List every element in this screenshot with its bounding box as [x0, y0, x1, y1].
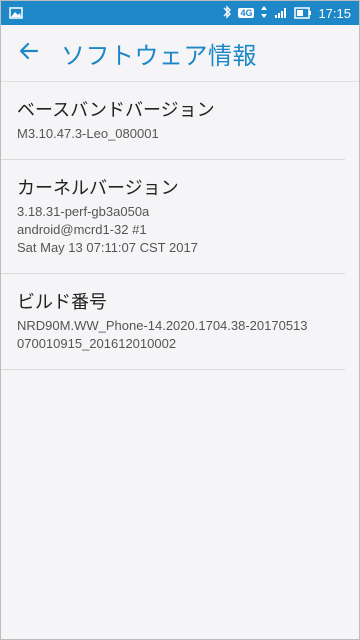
bluetooth-icon [222, 4, 232, 23]
image-icon [9, 4, 23, 23]
item-value: 3.18.31-perf-gb3a050a [17, 204, 150, 219]
item-value: M3.10.47.3-Leo_080001 [17, 126, 159, 141]
list-item-build-number[interactable]: ビルド番号 NRD90M.WW_Phone-14.2020.1704.38-20… [1, 274, 345, 370]
network-type-badge: 4G [238, 8, 255, 18]
list-item-kernel-version[interactable]: カーネルバージョン 3.18.31-perf-gb3a050a android@… [1, 160, 345, 274]
status-time: 17:15 [318, 5, 351, 21]
status-bar: 4G 17:15 [1, 1, 359, 25]
app-bar: ソフトウェア情報 [1, 25, 359, 82]
item-title: ビルド番号 [17, 292, 107, 313]
item-value: android@mcrd1-32 #1 [17, 222, 147, 237]
back-arrow-icon [17, 39, 41, 67]
software-info-list: ベースバンドバージョン M3.10.47.3-Leo_080001 カーネルバー… [1, 82, 359, 370]
item-value: 070010915_201612010002 [17, 336, 177, 351]
list-item-baseband-version[interactable]: ベースバンドバージョン M3.10.47.3-Leo_080001 [1, 82, 345, 160]
data-arrows-icon [260, 4, 268, 23]
item-value: NRD90M.WW_Phone-14.2020.1704.38-20170513 [17, 318, 308, 333]
battery-icon [294, 4, 312, 23]
page-title: ソフトウェア情報 [61, 41, 257, 70]
back-button[interactable] [1, 25, 57, 81]
item-value: Sat May 13 07:11:07 CST 2017 [17, 240, 198, 255]
signal-icon [274, 4, 288, 23]
item-title: カーネルバージョン [17, 178, 179, 199]
item-title: ベースバンドバージョン [17, 100, 215, 121]
